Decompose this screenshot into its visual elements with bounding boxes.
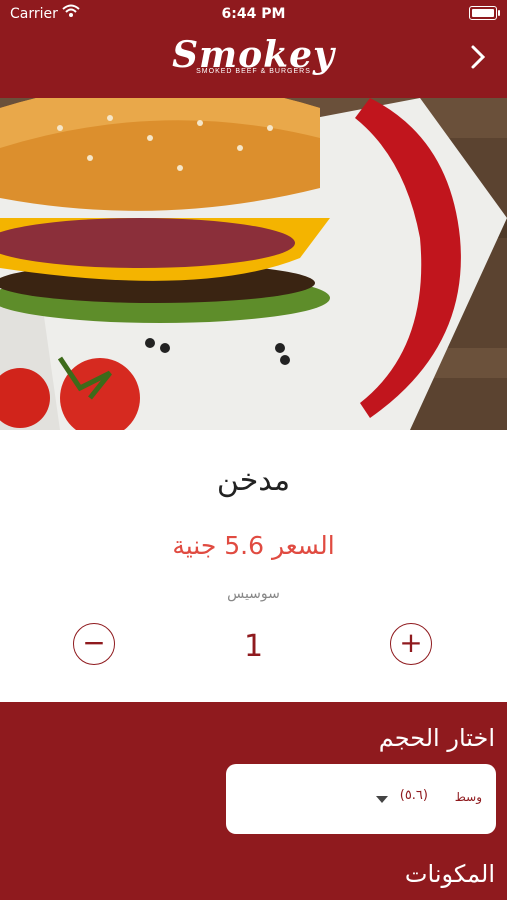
plus-icon: + xyxy=(399,626,423,659)
brand-tagline: SMOKED BEEF & BURGERS xyxy=(196,68,311,75)
chevron-right-icon[interactable] xyxy=(465,44,491,70)
header: Carrier 6:44 PM Smokey SMOKED BEEF & BUR… xyxy=(0,0,507,98)
size-title: اختار الحجم xyxy=(378,724,495,752)
increase-quantity-button[interactable]: + xyxy=(390,623,432,665)
status-bar: Carrier 6:44 PM xyxy=(0,0,507,28)
product-image xyxy=(0,98,507,430)
size-option-price: (٥.٦) xyxy=(399,788,428,803)
battery-icon xyxy=(469,6,500,20)
options-panel: اختار الحجم وسط (٥.٦) المكونات xyxy=(0,702,507,900)
caret-down-icon xyxy=(376,796,388,803)
status-time: 6:44 PM xyxy=(221,6,286,22)
product-description: سوسيس xyxy=(227,586,280,602)
product-details: مدخن السعر 5.6 جنية سوسيس − 1 + xyxy=(0,430,507,702)
brand-logo: Smokey SMOKED BEEF & BURGERS xyxy=(0,36,507,75)
ingredients-title: المكونات xyxy=(404,860,495,888)
product-name: مدخن xyxy=(216,463,291,498)
size-select[interactable]: وسط (٥.٦) xyxy=(226,764,496,834)
size-option-label: وسط xyxy=(454,790,482,804)
product-price: السعر 5.6 جنية xyxy=(172,531,335,560)
